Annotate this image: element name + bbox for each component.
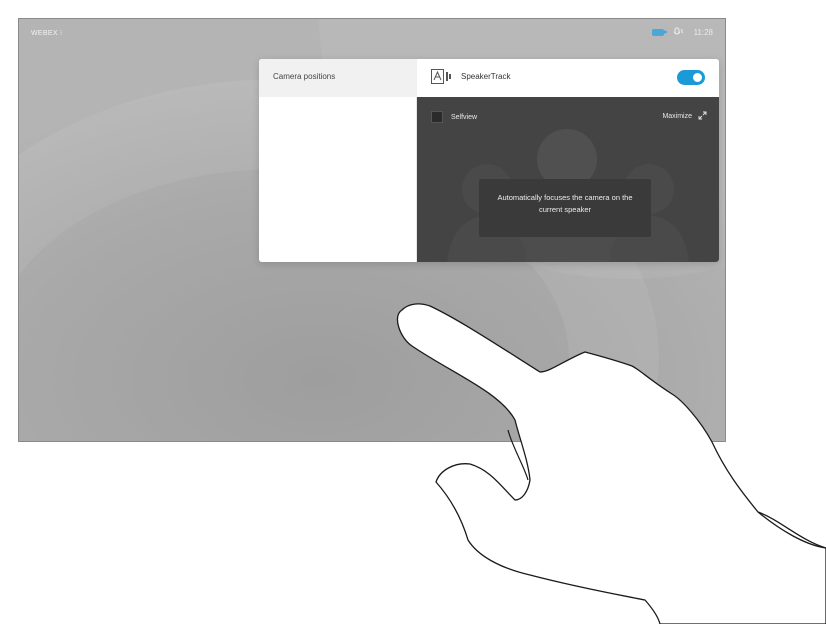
pointing-hand-illustration [396, 303, 826, 624]
